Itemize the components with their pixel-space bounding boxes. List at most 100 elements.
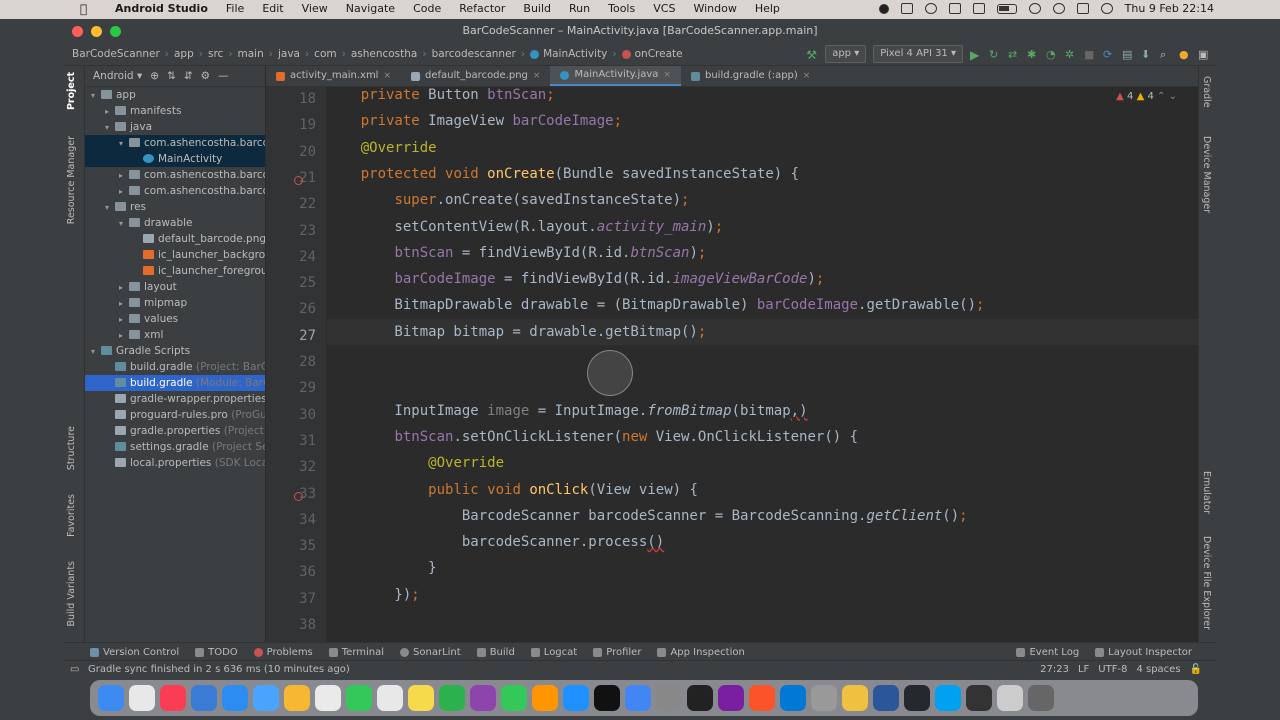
tree-item[interactable]: ▾ Gradle Scripts xyxy=(85,343,265,359)
menu-app[interactable]: Android Studio xyxy=(106,2,217,15)
line-number[interactable]: 33 xyxy=(266,486,316,502)
line-number[interactable]: 19 xyxy=(266,117,316,133)
tool-build[interactable]: Build xyxy=(469,647,523,658)
lock-icon[interactable]: 🔓 xyxy=(1190,661,1202,677)
menu-navigate[interactable]: Navigate xyxy=(337,2,404,15)
override-marker-icon[interactable] xyxy=(294,491,303,501)
control-center-icon[interactable] xyxy=(1076,3,1089,14)
tree-item[interactable]: ▾ app xyxy=(85,87,265,103)
tree-item[interactable]: ic_launcher_foregrou xyxy=(85,263,265,279)
dock-app-icon[interactable] xyxy=(966,685,992,711)
breadcrumb-item[interactable]: onCreate xyxy=(635,48,683,60)
tree-item[interactable]: ▾ java xyxy=(85,119,265,135)
override-marker-icon[interactable] xyxy=(294,175,303,185)
code-line[interactable] xyxy=(327,371,1199,397)
line-number[interactable]: 24 xyxy=(266,249,316,265)
dock-app-icon[interactable] xyxy=(129,685,155,711)
settings-icon[interactable]: ▣ xyxy=(1198,48,1210,61)
menubar-clock[interactable]: Thu 9 Feb 22:14 xyxy=(1125,2,1214,15)
menu-run[interactable]: Run xyxy=(560,2,599,15)
code-line[interactable]: setContentView(R.layout.activity_main); xyxy=(327,214,1199,240)
code-line[interactable]: protected void onCreate(Bundle savedInst… xyxy=(327,161,1199,187)
tree-item[interactable]: default_barcode.png xyxy=(85,231,265,247)
menu-tools[interactable]: Tools xyxy=(599,2,644,15)
tree-item[interactable]: build.gradle (Project: BarC xyxy=(85,359,265,375)
code-line[interactable]: BarcodeScanner barcodeScanner = BarcodeS… xyxy=(327,503,1199,529)
code-line[interactable]: } xyxy=(327,555,1199,581)
tool-tab-device-manager[interactable]: Device Manager xyxy=(1201,136,1212,213)
dock-app-icon[interactable] xyxy=(501,685,527,711)
project-view-select[interactable]: Android ▾ xyxy=(93,70,142,82)
device-manager-icon[interactable]: ▤ xyxy=(1122,48,1134,61)
code-line[interactable]: @Override xyxy=(327,450,1199,476)
line-number[interactable]: 34 xyxy=(266,512,316,528)
menu-refactor[interactable]: Refactor xyxy=(450,2,514,15)
line-number[interactable]: 36 xyxy=(266,564,316,580)
chevron-icon[interactable]: ▾ xyxy=(105,120,115,135)
chevron-icon[interactable]: ▸ xyxy=(119,312,129,327)
wifi-icon[interactable] xyxy=(1028,3,1041,14)
stop-icon[interactable]: ■ xyxy=(1084,48,1096,61)
tree-item[interactable]: proguard-rules.pro (ProGu xyxy=(85,407,265,423)
tree-item[interactable]: ▸ layout xyxy=(85,279,265,295)
tool-tab-device-file-explorer[interactable]: Device File Explorer xyxy=(1201,536,1212,630)
tool-problems[interactable]: Problems xyxy=(246,647,321,658)
dock-app-icon[interactable] xyxy=(160,685,186,711)
line-number[interactable]: 25 xyxy=(266,275,316,291)
close-tab-icon[interactable]: × xyxy=(533,66,541,86)
code-line[interactable] xyxy=(327,608,1199,634)
menu-view[interactable]: View xyxy=(293,2,337,15)
dock-app-icon[interactable] xyxy=(625,685,651,711)
line-number[interactable]: 38 xyxy=(266,617,316,633)
line-number[interactable]: 20 xyxy=(266,144,316,160)
tool-event-log[interactable]: Event Log xyxy=(1008,647,1087,658)
editor-tab[interactable]: build.gradle (:app) × xyxy=(681,66,820,86)
tool-layout-inspector[interactable]: Layout Inspector xyxy=(1087,647,1200,658)
menu-code[interactable]: Code xyxy=(404,2,450,15)
battery-menu-icon[interactable] xyxy=(948,3,961,14)
code-line[interactable]: BitmapDrawable drawable = (BitmapDrawabl… xyxy=(327,292,1199,318)
tool-tab-favorites[interactable]: Favorites xyxy=(66,494,77,537)
profile-icon[interactable]: ◔ xyxy=(1046,48,1058,61)
tree-item[interactable]: ▸ xml xyxy=(85,327,265,343)
line-number[interactable]: 30 xyxy=(266,407,316,423)
code-line[interactable]: public void onClick(View view) { xyxy=(327,477,1199,503)
dock-app-icon[interactable] xyxy=(470,685,496,711)
tree-item[interactable]: ▸ com.ashencostha.barcod xyxy=(85,167,265,183)
sdk-manager-icon[interactable]: ⬇ xyxy=(1141,48,1153,61)
dock-app-icon[interactable] xyxy=(1028,685,1054,711)
apply-changes-icon[interactable]: ↻ xyxy=(989,48,1001,61)
dock-app-icon[interactable] xyxy=(98,685,124,711)
tree-item[interactable]: local.properties (SDK Locat xyxy=(85,455,265,471)
sync-gradle-icon[interactable]: ⟳ xyxy=(1103,48,1115,61)
code-line[interactable]: @Override xyxy=(327,135,1199,161)
dock-app-icon[interactable] xyxy=(935,685,961,711)
attach-debugger-icon[interactable]: ✲ xyxy=(1065,48,1077,61)
tool-profiler[interactable]: Profiler xyxy=(585,647,649,658)
line-number[interactable]: 28 xyxy=(266,354,316,370)
breadcrumb-item[interactable]: ashencostha xyxy=(351,48,418,60)
editor-tab[interactable]: MainActivity.java × xyxy=(550,66,681,86)
breadcrumb-item[interactable]: com xyxy=(314,48,336,60)
tool-version-control[interactable]: Version Control xyxy=(82,647,187,658)
collapse-all-icon[interactable]: ⇵ xyxy=(184,70,193,82)
code-line[interactable]: Bitmap bitmap = drawable.getBitmap(); xyxy=(327,318,1199,345)
dock-app-icon[interactable] xyxy=(780,685,806,711)
editor-tab[interactable]: default_barcode.png × xyxy=(401,66,550,86)
chevron-icon[interactable]: ▾ xyxy=(91,344,101,359)
run-icon[interactable]: ▶ xyxy=(970,48,982,62)
tool-tab-build-variants[interactable]: Build Variants xyxy=(66,561,77,627)
search-icon[interactable] xyxy=(1052,3,1065,14)
expand-all-icon[interactable]: ⇅ xyxy=(167,70,176,82)
code-line[interactable]: barcodeScanner.process() xyxy=(327,529,1199,555)
menu-edit[interactable]: Edit xyxy=(253,2,292,15)
screen-icon[interactable] xyxy=(900,3,913,14)
record-icon[interactable] xyxy=(878,3,889,14)
dock-app-icon[interactable] xyxy=(563,685,589,711)
dock-app-icon[interactable] xyxy=(222,685,248,711)
siri-icon[interactable] xyxy=(1100,3,1113,14)
code-line[interactable]: InputImage image = InputImage.fromBitmap… xyxy=(327,398,1199,424)
play-icon[interactable] xyxy=(924,3,937,14)
dock-app-icon[interactable] xyxy=(811,685,837,711)
tool-terminal[interactable]: Terminal xyxy=(321,647,392,658)
